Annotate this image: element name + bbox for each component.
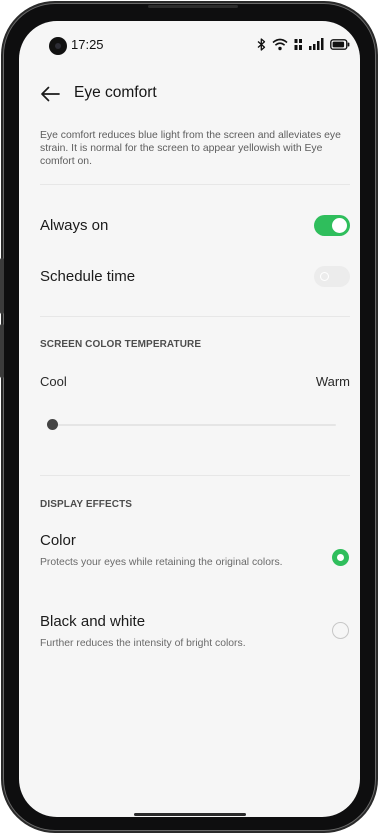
app-header: Eye comfort	[19, 81, 360, 113]
effect-option-subtitle: Further reduces the intensity of bright …	[40, 638, 246, 649]
color-radio[interactable]	[332, 549, 349, 566]
color-temperature-slider-track[interactable]	[52, 424, 336, 426]
section-header-display-effects: DISPLAY EFFECTS	[40, 499, 133, 510]
home-indicator[interactable]	[134, 813, 246, 816]
toggle-knob	[320, 272, 329, 281]
divider	[40, 184, 350, 185]
volume-button	[0, 258, 4, 314]
page-title: Eye comfort	[74, 84, 157, 101]
divider	[40, 316, 350, 317]
schedule-time-label: Schedule time	[40, 268, 136, 285]
bluetooth-icon	[257, 37, 266, 51]
speaker-grille	[148, 5, 238, 8]
black-and-white-radio[interactable]	[332, 622, 349, 639]
status-icons	[257, 36, 350, 52]
effect-option-title: Black and white	[40, 613, 146, 630]
volume-button	[0, 324, 4, 378]
section-header-color-temperature: SCREEN COLOR TEMPERATURE	[40, 339, 202, 350]
front-camera	[49, 37, 67, 55]
color-temperature-slider-thumb[interactable]	[47, 419, 58, 430]
warm-label: Warm	[315, 374, 350, 389]
screen: 17:25 Eye comfort Eye comfort reduces bl…	[19, 21, 360, 817]
battery-icon	[330, 38, 350, 50]
signal-icon	[309, 38, 324, 50]
back-arrow-icon[interactable]	[39, 83, 61, 105]
cool-label: Cool	[40, 374, 67, 389]
hd-data-icon	[294, 38, 302, 50]
schedule-time-toggle[interactable]	[314, 266, 350, 287]
feature-description: Eye comfort reduces blue light from the …	[40, 130, 341, 167]
status-bar: 17:25	[19, 21, 360, 61]
divider	[40, 475, 350, 476]
effect-option-title: Color	[40, 532, 76, 549]
wifi-icon	[272, 38, 288, 50]
status-time: 17:25	[71, 37, 104, 52]
always-on-label: Always on	[40, 217, 109, 234]
toggle-knob	[332, 218, 347, 233]
effect-option-subtitle: Protects your eyes while retaining the o…	[40, 557, 283, 568]
always-on-toggle[interactable]	[314, 215, 350, 236]
